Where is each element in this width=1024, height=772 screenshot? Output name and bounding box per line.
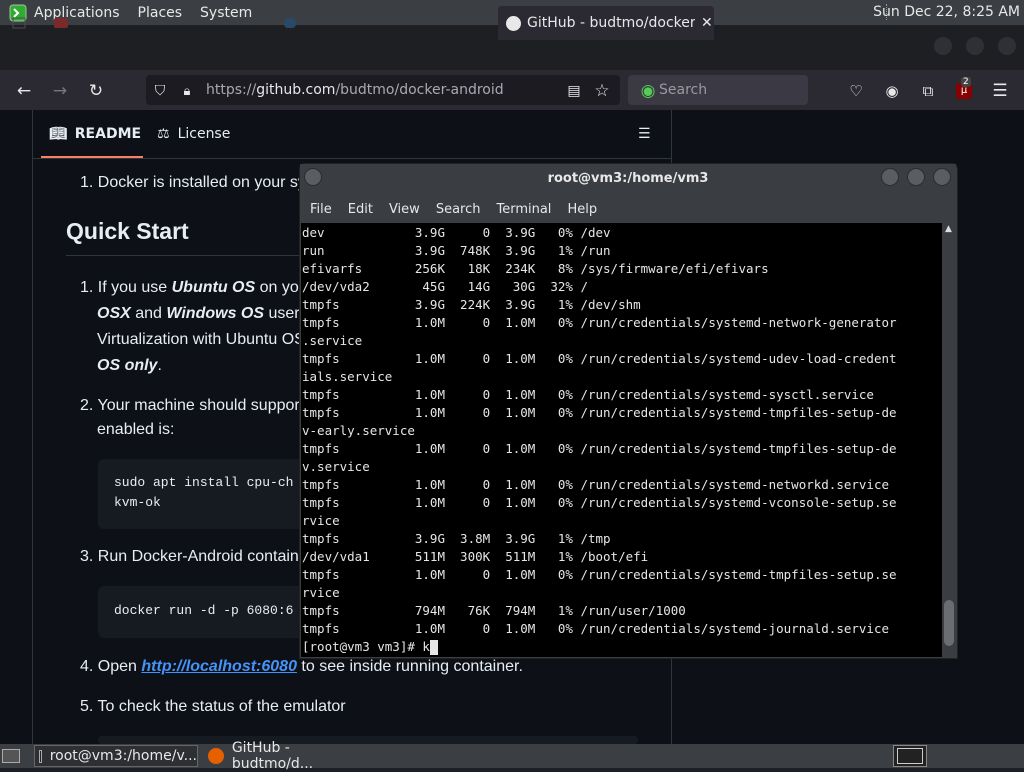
terminal-line: dev 3.9G 0 3.9G 0% /dev — [302, 225, 611, 240]
tab-license-label: License — [177, 126, 231, 142]
search-engine-icon: ◉ — [640, 81, 656, 101]
tab-twitter[interactable] — [276, 6, 491, 40]
terminal-close-button[interactable] — [933, 168, 951, 186]
taskbar-item-terminal[interactable]: root@vm3:/home/v... — [34, 745, 198, 767]
terminal-line: tmpfs 1.0M 0 1.0M 0% /run/credentials/sy… — [302, 441, 897, 456]
scale-icon: ⚖ — [157, 126, 170, 142]
github-icon — [506, 15, 521, 31]
bird-icon — [284, 18, 296, 28]
terminal-line: .service — [302, 333, 363, 348]
extensions-icon[interactable]: ⧉ — [917, 80, 939, 102]
terminal-line: run 3.9G 748K 3.9G 1% /run — [302, 243, 611, 258]
forward-arrow-icon[interactable]: → — [49, 80, 71, 102]
active-tab-underline — [41, 156, 143, 158]
terminal-line: tmpfs 3.9G 3.8M 3.9G 1% /tmp — [302, 531, 611, 546]
bookmark-star-icon[interactable]: ☆ — [591, 80, 613, 102]
search-placeholder: Search — [659, 82, 708, 98]
terminal-line: rvice — [302, 513, 340, 528]
list-item-4: 4. Open http://localhost:6080 to see ins… — [80, 658, 523, 675]
terminal-maximize-button[interactable] — [907, 168, 925, 186]
tab-list-icon[interactable] — [4, 6, 30, 40]
url-text[interactable]: https://github.com/budtmo/docker-android — [206, 82, 504, 98]
tab-youtube[interactable] — [46, 6, 271, 40]
terminal-line: tmpfs 1.0M 0 1.0M 0% /run/credentials/sy… — [302, 567, 897, 582]
pocket-icon[interactable]: ♡ — [845, 80, 867, 102]
terminal-prompt[interactable]: [root@vm3 vm3]# k — [302, 638, 438, 656]
list-item-2: 2. Your machine should suppor — [80, 397, 300, 414]
code-line: kvm-ok — [114, 495, 161, 510]
terminal-line: efivarfs 256K 18K 234K 8% /sys/firmware/… — [302, 261, 769, 276]
terminal-line: tmpfs 1.0M 0 1.0M 0% /run/credentials/sy… — [302, 315, 897, 330]
tab-github[interactable]: GitHub - budtmo/docker-ar ✕ — [498, 6, 714, 40]
terminal-line: v-early.service — [302, 423, 415, 438]
terminal-scroll-thumb[interactable] — [944, 600, 954, 646]
shield-icon[interactable]: ⛉ — [149, 80, 171, 102]
terminal-line: tmpfs 1.0M 0 1.0M 0% /run/credentials/sy… — [302, 477, 889, 492]
terminal-line: v.service — [302, 459, 370, 474]
code-line: sudo apt install cpu-ch — [114, 475, 294, 490]
terminal-minimize-button[interactable] — [881, 168, 899, 186]
terminal-line: rvice — [302, 585, 340, 600]
maximize-window-button[interactable] — [966, 37, 984, 55]
list-item: 1. Docker is installed on your sy — [80, 174, 306, 191]
reload-icon[interactable]: ↻ — [85, 80, 107, 102]
youtube-icon — [54, 18, 68, 28]
terminal-menu-help[interactable]: Help — [567, 202, 597, 217]
terminal-line: tmpfs 1.0M 0 1.0M 0% /run/credentials/sy… — [302, 405, 897, 420]
terminal-menu-file[interactable]: File — [310, 202, 332, 217]
workspace-switcher[interactable] — [893, 745, 927, 767]
terminal-line: tmpfs 1.0M 0 1.0M 0% /run/credentials/sy… — [302, 351, 897, 366]
list-item-3: 3. Run Docker-Android containe — [80, 548, 308, 565]
reader-view-icon[interactable]: ▤ — [563, 80, 585, 102]
lock-icon[interactable]: 🔒︎ — [176, 80, 198, 102]
list-item-2-line2: enabled is: — [97, 421, 175, 438]
code-line: docker run -d -p 6080:6 — [114, 603, 294, 618]
show-desktop-icon[interactable] — [2, 745, 24, 767]
terminal-title[interactable]: root@vm3:/home/vm3 — [300, 164, 956, 194]
terminal-scrollbar[interactable] — [942, 223, 956, 657]
terminal-menu-view[interactable]: View — [389, 202, 420, 217]
terminal-line: tmpfs 1.0M 0 1.0M 0% /run/credentials/sy… — [302, 387, 874, 402]
close-tab-icon[interactable]: ✕ — [701, 15, 713, 31]
account-icon[interactable]: ◉ — [881, 80, 903, 102]
terminal-line: tmpfs 3.9G 224K 3.9G 1% /dev/shm — [302, 297, 641, 312]
terminal-line: tmpfs 794M 76K 794M 1% /run/user/1000 — [302, 603, 686, 618]
firefox-icon — [208, 748, 224, 764]
terminal-menubar: File Edit View Search Terminal Help — [300, 197, 956, 221]
quick-start-heading: Quick Start — [66, 218, 189, 244]
terminal-cursor — [429, 640, 438, 655]
terminal-line: tmpfs 1.0M 0 1.0M 0% /run/credentials/sy… — [302, 495, 897, 510]
list-item-5: 5. To check the status of the emulator — [80, 698, 346, 715]
tab-label: GitHub - budtmo/docker-ar — [527, 15, 695, 31]
terminal-menu-terminal[interactable]: Terminal — [496, 202, 551, 217]
tab-license[interactable]: ⚖ License — [157, 126, 230, 142]
outline-list-icon[interactable]: ☰ — [638, 126, 651, 142]
terminal-menu-search[interactable]: Search — [436, 202, 481, 217]
list-item-1: 1. If you use Ubuntu OS on yo — [80, 279, 299, 296]
minimize-window-button[interactable] — [934, 37, 952, 55]
list-item-1-line3: Virtualization with Ubuntu OS — [97, 331, 305, 348]
terminal-line: tmpfs 1.0M 0 1.0M 0% /run/credentials/sy… — [302, 621, 889, 636]
localhost-link[interactable]: http://localhost:6080 — [141, 658, 297, 675]
taskbar-label: root@vm3:/home/v... — [49, 748, 197, 764]
terminal-icon — [39, 749, 42, 763]
list-item-1-line2: OSX and Windows OS user — [97, 305, 300, 322]
scroll-up-icon[interactable]: ▲ — [945, 224, 952, 234]
terminal-line: /dev/vda2 45G 14G 30G 32% / — [302, 279, 588, 294]
terminal-line: ials.service — [302, 369, 393, 384]
tab-readme[interactable]: 📖︎ README — [49, 126, 141, 142]
taskbar-label: GitHub - budtmo/d... — [231, 740, 314, 772]
taskbar-item-firefox[interactable]: GitHub - budtmo/d... — [204, 740, 374, 772]
tab-readme-label: README — [74, 126, 142, 142]
terminal-menu-button[interactable] — [304, 168, 322, 186]
clock[interactable]: Sun Dec 22, 8:25 AM — [873, 4, 1020, 20]
list-item-1-line4: OS only. — [97, 357, 162, 374]
ublock-badge: 2 — [961, 77, 971, 87]
terminal-menu-edit[interactable]: Edit — [348, 202, 373, 217]
book-icon: 📖︎ — [49, 126, 67, 142]
hamburger-menu-icon[interactable]: ☰ — [989, 80, 1011, 102]
close-window-button[interactable] — [998, 37, 1016, 55]
terminal-line: /dev/vda1 511M 300K 511M 1% /boot/efi — [302, 549, 649, 564]
back-arrow-icon[interactable]: ← — [13, 80, 35, 102]
